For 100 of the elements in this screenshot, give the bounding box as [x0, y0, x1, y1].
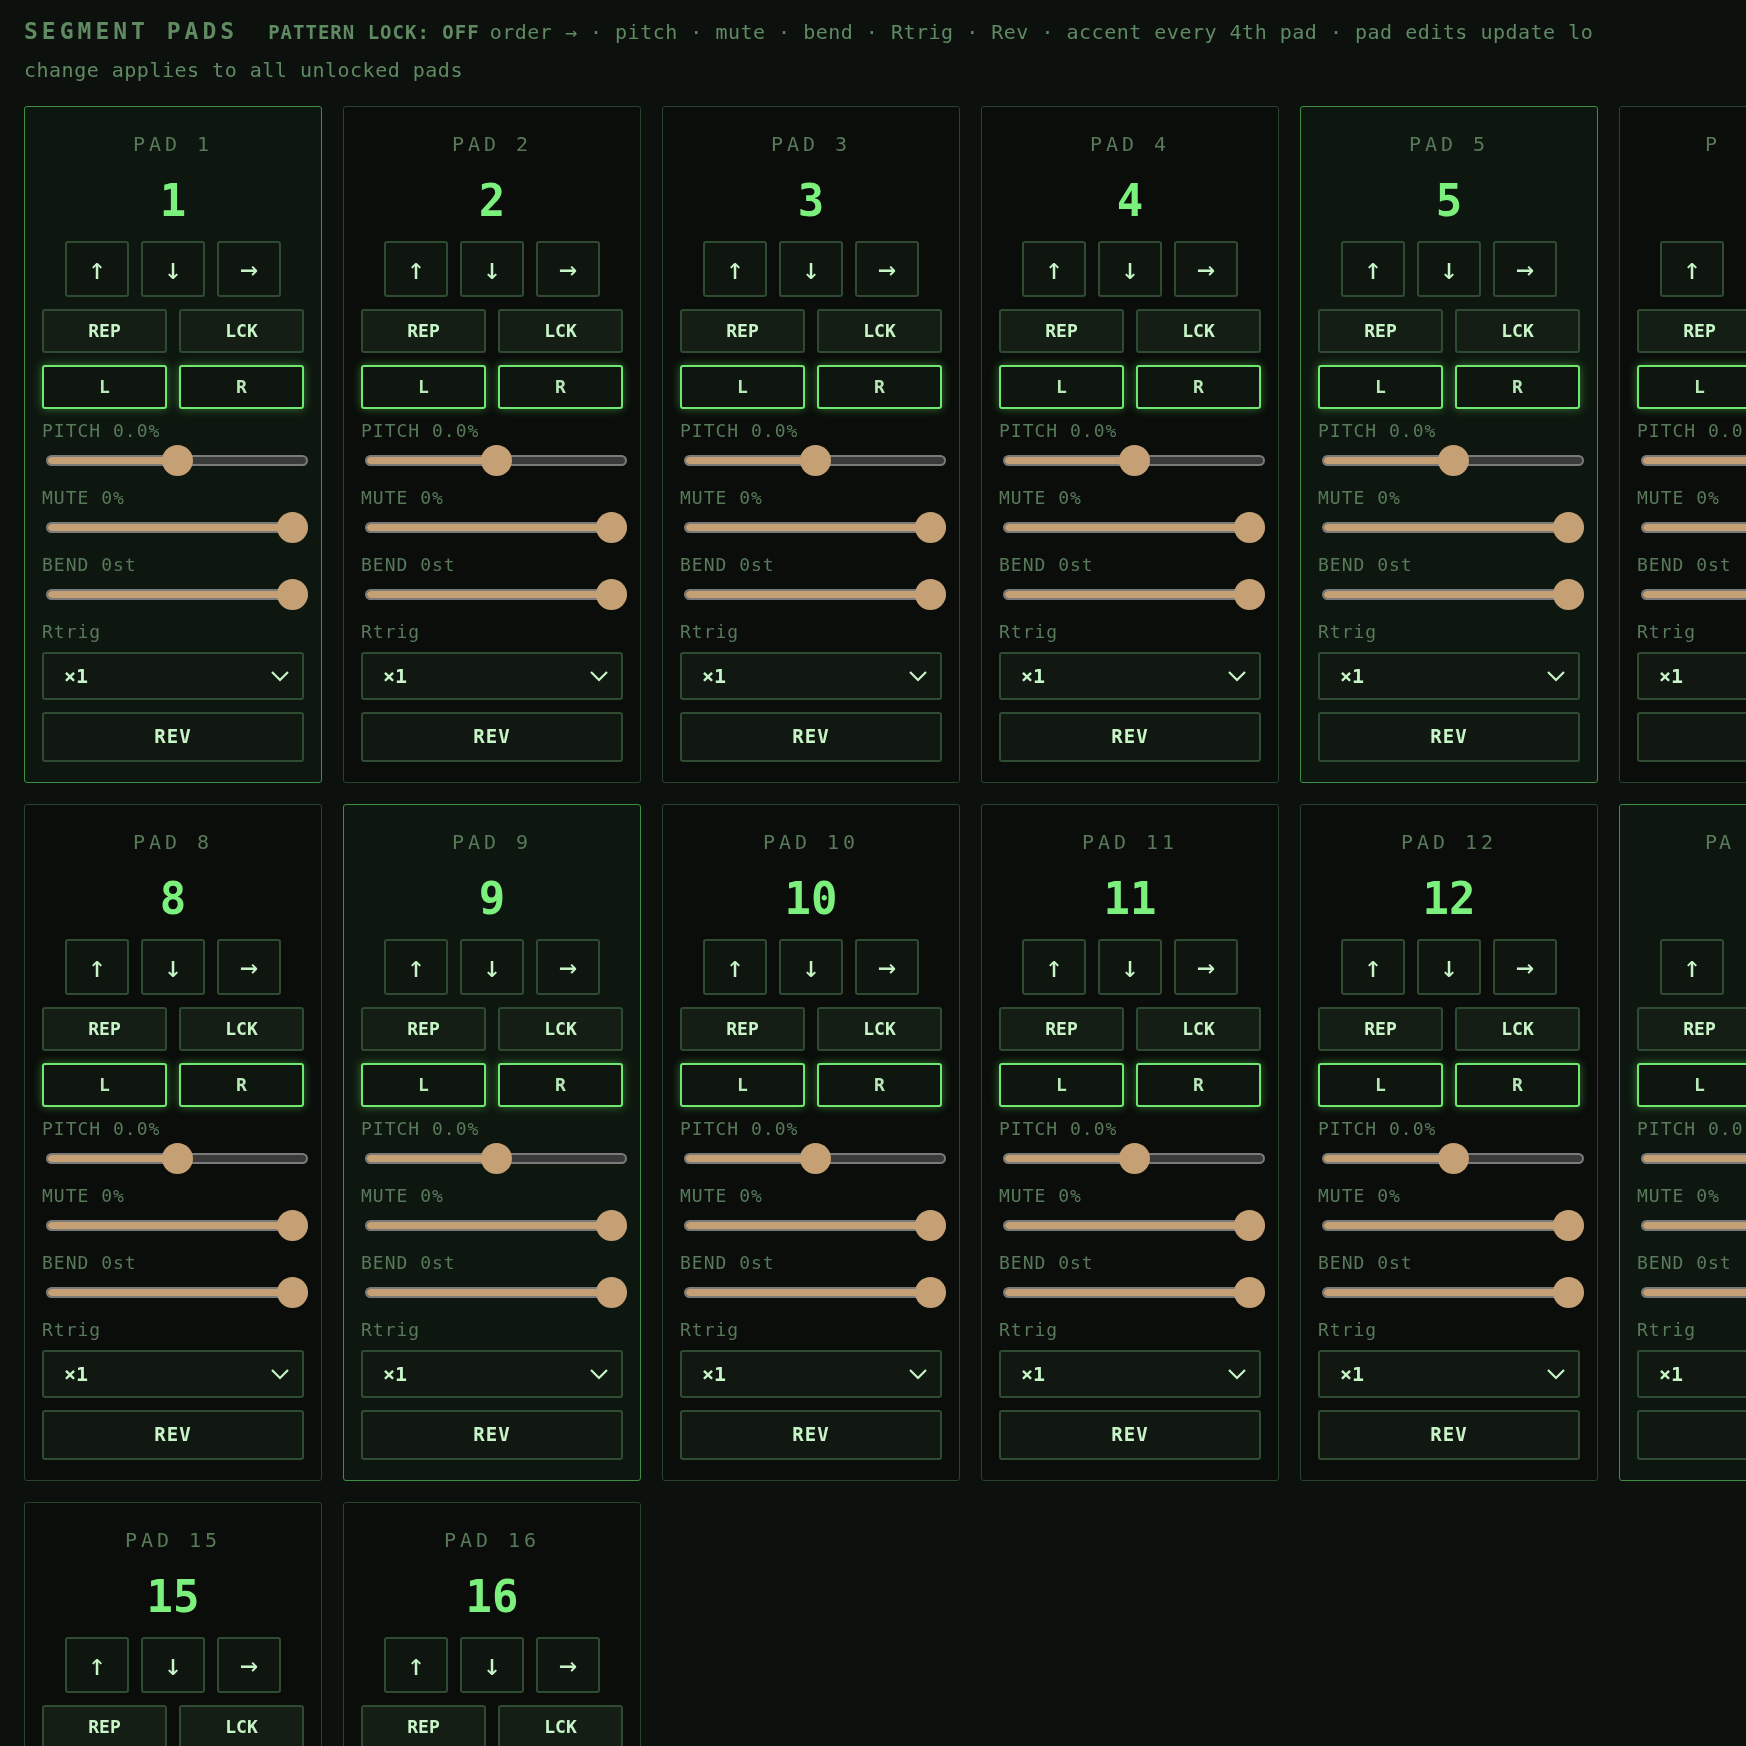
slider-thumb[interactable] — [1118, 1142, 1150, 1174]
channel-button[interactable]: L — [361, 1062, 486, 1107]
slider[interactable] — [46, 1142, 308, 1174]
slider-thumb[interactable] — [1234, 578, 1265, 610]
channel-button[interactable]: L — [999, 364, 1124, 409]
rtrig-select[interactable]: ×1 — [361, 1349, 623, 1398]
arrow-button[interactable]: ↓ — [1417, 240, 1481, 297]
slider-thumb[interactable] — [915, 511, 946, 543]
rtrig-select[interactable]: ×1 — [680, 651, 942, 700]
rev-button[interactable]: REV — [999, 711, 1261, 762]
rev-button[interactable]: REV — [361, 1409, 623, 1460]
rtrig-select[interactable]: ×1 — [999, 1349, 1261, 1398]
toggle-button[interactable]: LCK — [1455, 1006, 1580, 1051]
channel-button[interactable]: R — [1455, 364, 1580, 409]
channel-button[interactable]: L — [42, 1062, 167, 1107]
slider[interactable] — [365, 1142, 627, 1174]
channel-button[interactable]: R — [1136, 364, 1261, 409]
rev-button[interactable]: REV — [680, 711, 942, 762]
slider[interactable] — [46, 444, 308, 476]
arrow-button[interactable]: ↓ — [779, 938, 843, 995]
slider-thumb[interactable] — [1437, 1142, 1469, 1174]
slider-thumb[interactable] — [480, 444, 512, 476]
toggle-button[interactable]: REP — [999, 1006, 1124, 1051]
slider[interactable] — [1003, 1209, 1265, 1241]
toggle-button[interactable]: LCK — [179, 308, 304, 353]
arrow-button[interactable]: ↓ — [460, 1636, 524, 1693]
slider[interactable] — [684, 444, 946, 476]
rtrig-select[interactable]: ×1 — [1318, 651, 1580, 700]
arrow-button[interactable]: → — [536, 240, 600, 297]
slider[interactable] — [365, 511, 627, 543]
arrow-button[interactable]: → — [536, 938, 600, 995]
arrow-button[interactable]: → — [217, 240, 281, 297]
arrow-button[interactable]: ↑ — [1341, 938, 1405, 995]
toggle-button[interactable]: LCK — [817, 1006, 942, 1051]
slider-thumb[interactable] — [277, 511, 308, 543]
slider-thumb[interactable] — [915, 1276, 946, 1308]
channel-button[interactable]: L — [42, 364, 167, 409]
arrow-button[interactable]: ↑ — [384, 1636, 448, 1693]
slider[interactable] — [1003, 444, 1265, 476]
arrow-button[interactable]: ↑ — [1660, 240, 1724, 297]
arrow-button[interactable]: → — [855, 240, 919, 297]
slider-thumb[interactable] — [1118, 444, 1150, 476]
toggle-button[interactable]: LCK — [179, 1704, 304, 1746]
slider-thumb[interactable] — [915, 1209, 946, 1241]
slider-thumb[interactable] — [596, 578, 627, 610]
rev-button[interactable]: REV — [42, 1409, 304, 1460]
slider-thumb[interactable] — [1553, 1276, 1584, 1308]
channel-button[interactable]: L — [361, 364, 486, 409]
arrow-button[interactable]: ↓ — [1098, 938, 1162, 995]
arrow-button[interactable]: → — [1493, 240, 1557, 297]
slider[interactable] — [1003, 1142, 1265, 1174]
arrow-button[interactable]: ↑ — [1341, 240, 1405, 297]
toggle-button[interactable]: REP — [999, 308, 1124, 353]
slider[interactable] — [1003, 1276, 1265, 1308]
toggle-button[interactable]: REP — [680, 308, 805, 353]
arrow-button[interactable]: ↓ — [779, 240, 843, 297]
channel-button[interactable]: R — [1455, 1062, 1580, 1107]
slider-thumb[interactable] — [1234, 1276, 1265, 1308]
toggle-button[interactable]: REP — [1637, 1006, 1746, 1051]
rev-button[interactable]: REV — [1318, 1409, 1580, 1460]
channel-button[interactable]: L — [1318, 1062, 1443, 1107]
toggle-button[interactable]: REP — [1637, 308, 1746, 353]
arrow-button[interactable]: ↑ — [65, 240, 129, 297]
arrow-button[interactable]: ↓ — [460, 240, 524, 297]
arrow-button[interactable]: ↑ — [703, 938, 767, 995]
slider-thumb[interactable] — [1234, 1209, 1265, 1241]
slider[interactable] — [684, 1276, 946, 1308]
arrow-button[interactable]: ↑ — [65, 1636, 129, 1693]
toggle-button[interactable]: REP — [680, 1006, 805, 1051]
arrow-button[interactable]: → — [1174, 938, 1238, 995]
channel-button[interactable]: R — [817, 364, 942, 409]
slider-thumb[interactable] — [277, 1209, 308, 1241]
channel-button[interactable]: R — [817, 1062, 942, 1107]
arrow-button[interactable]: ↑ — [1022, 938, 1086, 995]
arrow-button[interactable]: ↓ — [1417, 938, 1481, 995]
slider-thumb[interactable] — [596, 1209, 627, 1241]
arrow-button[interactable]: → — [855, 938, 919, 995]
arrow-button[interactable]: ↑ — [384, 240, 448, 297]
slider[interactable] — [1322, 1142, 1584, 1174]
slider[interactable] — [1322, 444, 1584, 476]
rtrig-select[interactable]: ×1 — [680, 1349, 942, 1398]
slider-thumb[interactable] — [1553, 1209, 1584, 1241]
channel-button[interactable]: R — [1136, 1062, 1261, 1107]
arrow-button[interactable]: ↓ — [1098, 240, 1162, 297]
slider[interactable] — [1322, 1276, 1584, 1308]
toggle-button[interactable]: REP — [1318, 308, 1443, 353]
slider-thumb[interactable] — [480, 1142, 512, 1174]
toggle-button[interactable]: LCK — [179, 1006, 304, 1051]
rtrig-select[interactable]: ×1 — [42, 1349, 304, 1398]
toggle-button[interactable]: REP — [1318, 1006, 1443, 1051]
slider[interactable] — [1322, 578, 1584, 610]
toggle-button[interactable]: LCK — [498, 1006, 623, 1051]
channel-button[interactable]: L — [680, 1062, 805, 1107]
slider[interactable] — [365, 1276, 627, 1308]
toggle-button[interactable]: REP — [42, 1704, 167, 1746]
slider-thumb[interactable] — [799, 1142, 831, 1174]
slider[interactable] — [1003, 511, 1265, 543]
rtrig-select[interactable]: ×1 — [999, 651, 1261, 700]
slider-thumb[interactable] — [1234, 511, 1265, 543]
rtrig-select[interactable]: ×1 — [1637, 1349, 1746, 1398]
